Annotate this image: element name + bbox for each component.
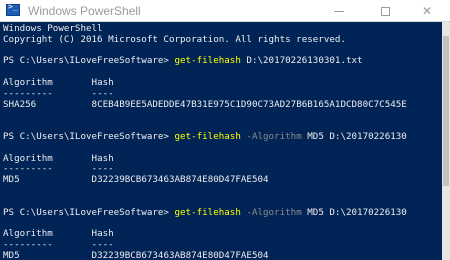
command-parameter: -Algorithm bbox=[240, 206, 302, 218]
separator-algorithm: --------- bbox=[3, 238, 53, 250]
separator-algorithm: --------- bbox=[3, 163, 53, 175]
result-row: MD5 D32239BCB673463AB874E80D47FAE504 bbox=[3, 249, 442, 260]
result-algorithm: MD5 bbox=[3, 249, 20, 260]
header-algorithm: Algorithm bbox=[3, 76, 53, 88]
separator-algorithm: --------- bbox=[3, 87, 53, 99]
powershell-icon bbox=[6, 2, 20, 16]
header-hash: Hash bbox=[91, 152, 114, 164]
scrollbar-thumb[interactable] bbox=[443, 36, 449, 186]
result-algorithm: SHA256 bbox=[3, 98, 37, 110]
separator-hash: ---- bbox=[91, 87, 114, 99]
command-line: PS C:\Users\ILoveFreeSoftware> get-fileh… bbox=[3, 55, 442, 67]
command-argument: D:\20170226130301.txt bbox=[240, 55, 363, 67]
result-hash: D32239BCB673463AB874E80D47FAE504 bbox=[91, 174, 269, 186]
command-line: PS C:\Users\ILoveFreeSoftware> get-fileh… bbox=[3, 206, 442, 219]
header-hash: Hash bbox=[91, 228, 114, 240]
prompt: PS C:\Users\ILoveFreeSoftware> bbox=[3, 130, 175, 142]
separator-hash: ---- bbox=[91, 238, 114, 250]
separator-hash: ---- bbox=[91, 163, 114, 175]
command-argument: MD5 D:\20170226130 bbox=[301, 130, 407, 142]
command-name: get-filehash bbox=[174, 206, 241, 218]
minimize-button[interactable] bbox=[316, 0, 362, 22]
close-button[interactable]: ✕ bbox=[404, 0, 450, 22]
header-hash: Hash bbox=[91, 76, 114, 88]
result-algorithm: MD5 bbox=[3, 174, 20, 186]
command-name: get-filehash bbox=[174, 130, 241, 142]
prompt: PS C:\Users\ILoveFreeSoftware> bbox=[3, 55, 175, 67]
command-parameter: -Algorithm bbox=[240, 130, 302, 142]
header-algorithm: Algorithm bbox=[3, 152, 53, 164]
console-output[interactable]: Windows PowerShell Copyright (C) 2016 Mi… bbox=[0, 22, 442, 260]
result-row: MD5 D32239BCB673463AB874E80D47FAE504 bbox=[3, 174, 442, 186]
result-hash: 8CEB4B9EE5ADEDDE47B31E975C1D90C73AD27B6B… bbox=[91, 98, 407, 110]
result-hash: D32239BCB673463AB874E80D47FAE504 bbox=[91, 249, 269, 260]
command-argument: MD5 D:\20170226130 bbox=[301, 206, 407, 218]
command-line: PS C:\Users\ILoveFreeSoftware> get-fileh… bbox=[3, 130, 442, 143]
result-row: SHA256 8CEB4B9EE5ADEDDE47B31E975C1D90C73… bbox=[3, 98, 442, 111]
prompt: PS C:\Users\ILoveFreeSoftware> bbox=[3, 206, 175, 218]
maximize-button[interactable] bbox=[362, 0, 408, 22]
minimize-icon bbox=[334, 10, 344, 12]
maximize-icon bbox=[380, 6, 390, 16]
window-title: Windows PowerShell bbox=[28, 4, 141, 18]
title-bar[interactable]: Windows PowerShell ✕ bbox=[0, 0, 450, 22]
vertical-scrollbar[interactable] bbox=[442, 22, 450, 260]
close-icon: ✕ bbox=[421, 4, 433, 18]
copyright-line: Copyright (C) 2016 Microsoft Corporation… bbox=[3, 33, 346, 45]
header-algorithm: Algorithm bbox=[3, 228, 53, 240]
command-name: get-filehash bbox=[174, 55, 241, 67]
powershell-window: Windows PowerShell ✕ Windows PowerShell … bbox=[0, 0, 450, 260]
